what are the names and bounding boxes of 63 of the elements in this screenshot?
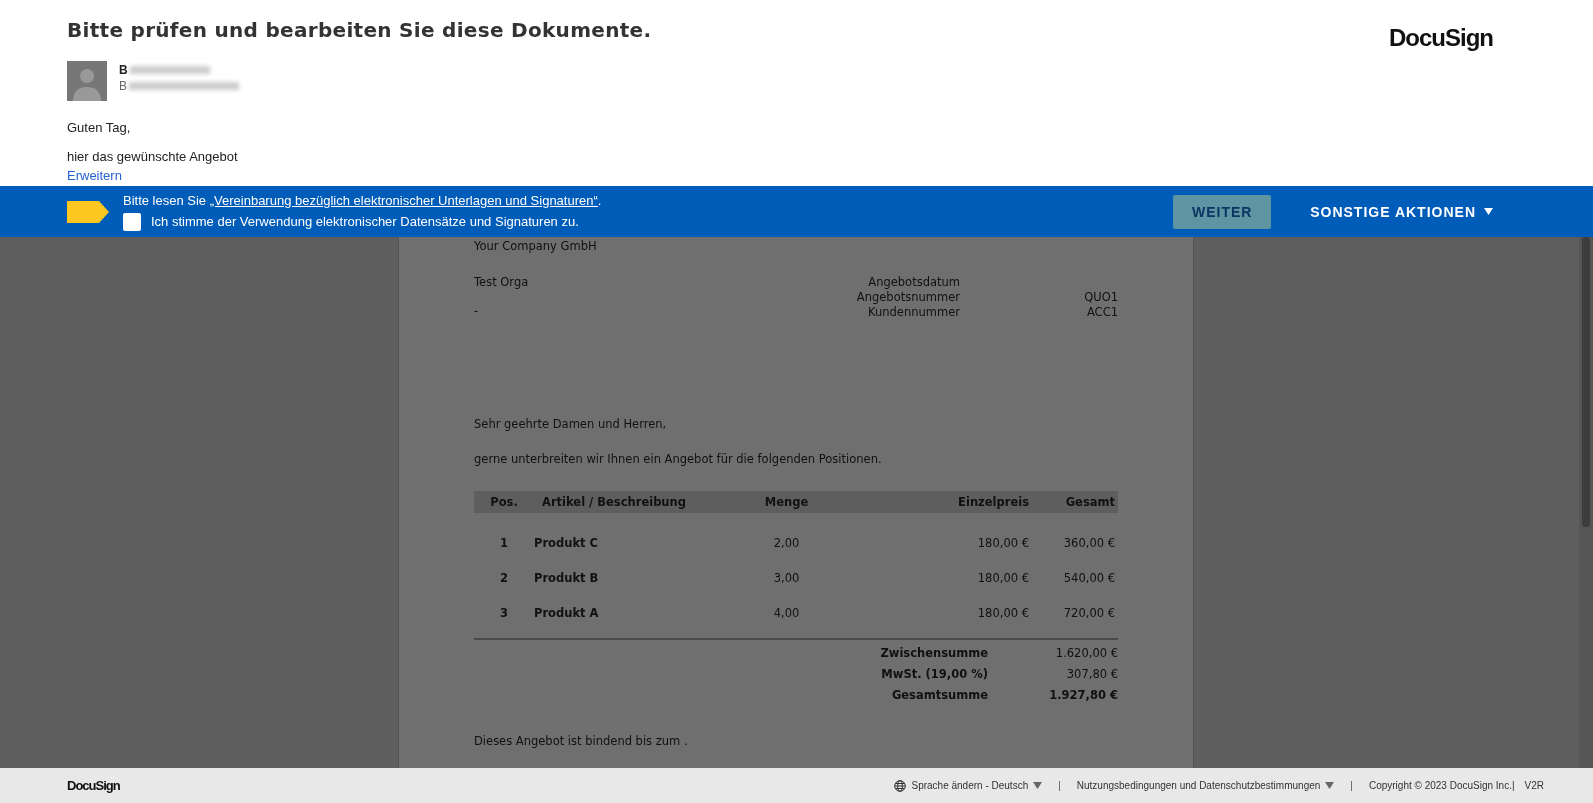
docusign-logo: DocuSign bbox=[1389, 24, 1493, 53]
column-header: Gesamt bbox=[1064, 495, 1116, 509]
arrow-tag-icon bbox=[67, 200, 109, 223]
terms-link[interactable]: Nutzungsbedingungen und Datenschutzbestimmungen bbox=[1076, 780, 1335, 791]
total-label: Zwischensumme bbox=[879, 646, 988, 660]
total-label: MwSt. (19,00 %) bbox=[880, 667, 988, 681]
docusign-logo: DocuSign bbox=[67, 778, 120, 793]
company-line: Your Company GmbH bbox=[474, 239, 598, 253]
more-actions-button[interactable]: SONSTIGE AKTIONEN bbox=[1304, 202, 1499, 221]
table-cell-text: 3 bbox=[499, 605, 509, 620]
message-text: Guten Tag, bbox=[67, 120, 132, 135]
table-cell-text: 180,00 € bbox=[976, 605, 1029, 620]
meta-label: Angebotsnummer bbox=[855, 290, 960, 304]
language-link[interactable]: Sprache ändern - Deutsch bbox=[894, 779, 1043, 792]
consent-checkbox[interactable] bbox=[123, 212, 141, 231]
caret-icon bbox=[1325, 782, 1335, 789]
table-cell-text: 180,00 € bbox=[976, 535, 1029, 550]
separator-text: | bbox=[1350, 780, 1353, 791]
total-value: 1.620,00 € bbox=[1054, 646, 1118, 660]
table-cell-text: 540,00 € bbox=[1062, 570, 1116, 585]
meta-label: Angebotsdatum bbox=[867, 275, 960, 289]
total-value: 1.927,80 € bbox=[1048, 688, 1118, 702]
globe-icon bbox=[894, 779, 907, 792]
meta-label: Kundennummer bbox=[867, 305, 960, 319]
table-cell-text: 360,00 € bbox=[1062, 535, 1116, 550]
table-cell-text: Produkt B bbox=[534, 570, 600, 585]
avatar-icon bbox=[67, 61, 107, 101]
salutation-text: Sehr geehrte Damen und Herren, bbox=[474, 417, 668, 431]
recipient-line: - bbox=[474, 304, 480, 318]
table-cell-text: 2 bbox=[499, 570, 509, 585]
meta-value: ACC1 bbox=[1085, 305, 1118, 319]
banner-text: Bitte lesen Sie „Vereinbarung bezüglich elektronischer Unterlagen und Signaturen“. bbox=[123, 192, 603, 208]
meta-value: QUO1 bbox=[1083, 290, 1118, 304]
agreement-link[interactable]: „Vereinbarung bezüglich elektronischer Unterlagen und Signaturen“ bbox=[209, 192, 598, 208]
sender-company: B bbox=[119, 79, 127, 93]
closing-text: Dieses Angebot ist bindend bis zum . bbox=[474, 734, 689, 748]
table-cell-text: 1 bbox=[499, 535, 509, 550]
column-header: Pos. bbox=[489, 495, 519, 509]
page-title: Bitte prüfen und bearbeiten Sie diese Dokumente. bbox=[67, 18, 652, 42]
table-cell-text: 720,00 € bbox=[1062, 605, 1116, 620]
scrollbar[interactable] bbox=[1579, 237, 1593, 768]
column-header: Artikel / Beschreibung bbox=[541, 495, 687, 509]
table-cell-text: 3,00 bbox=[772, 570, 801, 585]
table-cell-text: Produkt A bbox=[534, 605, 600, 620]
caret-icon bbox=[1033, 782, 1043, 789]
intro-text: gerne unterbreiten wir Ihnen ein Angebot für die folgenden Positionen. bbox=[474, 452, 883, 466]
recipient-line: Test Orga bbox=[474, 275, 529, 289]
table-cell-text: Produkt C bbox=[534, 535, 599, 550]
separator-text: | bbox=[1058, 780, 1061, 791]
caret-icon bbox=[1484, 208, 1493, 215]
copyright-text: Copyright © 2023 DocuSign Inc.| bbox=[1368, 780, 1515, 791]
column-header: Einzelpreis bbox=[957, 495, 1029, 509]
column-header: Menge bbox=[763, 495, 810, 509]
total-label: Gesamtsumme bbox=[890, 688, 988, 702]
message-text: hier das gewünschte Angebot bbox=[67, 149, 239, 164]
total-value: 307,80 € bbox=[1065, 667, 1118, 681]
consent-label: Ich stimme der Verwendung elektronischer Datensätze und Signaturen zu. bbox=[151, 214, 579, 229]
version-text: V2R bbox=[1524, 780, 1544, 791]
table-cell-text: 180,00 € bbox=[976, 570, 1029, 585]
table-cell-text: 2,00 bbox=[772, 535, 801, 550]
table-cell-text: 4,00 bbox=[772, 605, 801, 620]
expand-link[interactable]: Erweitern bbox=[67, 168, 652, 183]
sender-name: B bbox=[119, 63, 128, 77]
